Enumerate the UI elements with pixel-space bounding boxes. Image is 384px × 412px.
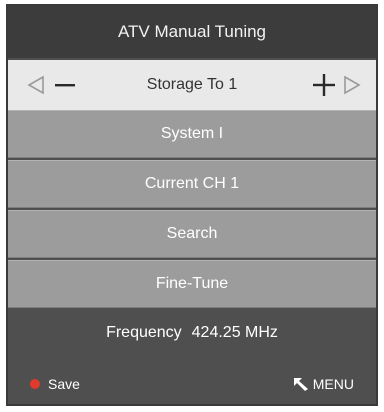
menu-item-system[interactable]: System I bbox=[8, 110, 376, 158]
menu-item-current-ch[interactable]: Current CH 1 bbox=[8, 160, 376, 208]
save-label: Save bbox=[48, 376, 80, 392]
menu-item-label: Fine-Tune bbox=[155, 275, 229, 292]
menu-hint[interactable]: MENU bbox=[293, 376, 354, 392]
save-hint[interactable]: Save bbox=[30, 376, 80, 392]
red-button-icon bbox=[30, 379, 40, 389]
storage-row[interactable]: Storage To 1 bbox=[8, 60, 376, 110]
menu-item-search[interactable]: Search bbox=[8, 210, 376, 258]
right-triangle-icon[interactable] bbox=[342, 75, 362, 95]
panel-title-text: ATV Manual Tuning bbox=[117, 22, 267, 41]
menu-item-fine-tune[interactable]: Fine-Tune bbox=[8, 260, 376, 308]
menu-item-label: Search bbox=[166, 225, 218, 242]
frequency-readout: Frequency 424.25 MHz bbox=[8, 324, 376, 342]
storage-label: Storage To 1 bbox=[146, 76, 238, 93]
menu-item-label: System I bbox=[160, 125, 224, 142]
panel-title: ATV Manual Tuning bbox=[8, 6, 376, 58]
footer: Frequency 424.25 MHz Save MENU bbox=[8, 310, 376, 404]
frequency-value: 424.25 MHz bbox=[191, 324, 278, 341]
frequency-label: Frequency bbox=[106, 324, 182, 341]
atv-manual-tuning-panel: ATV Manual Tuning Storage To 1 System I … bbox=[6, 4, 378, 406]
plus-icon[interactable] bbox=[312, 73, 336, 97]
menu-label: MENU bbox=[312, 376, 354, 392]
return-arrow-icon bbox=[293, 378, 308, 391]
menu-item-label: Current CH 1 bbox=[144, 175, 240, 192]
